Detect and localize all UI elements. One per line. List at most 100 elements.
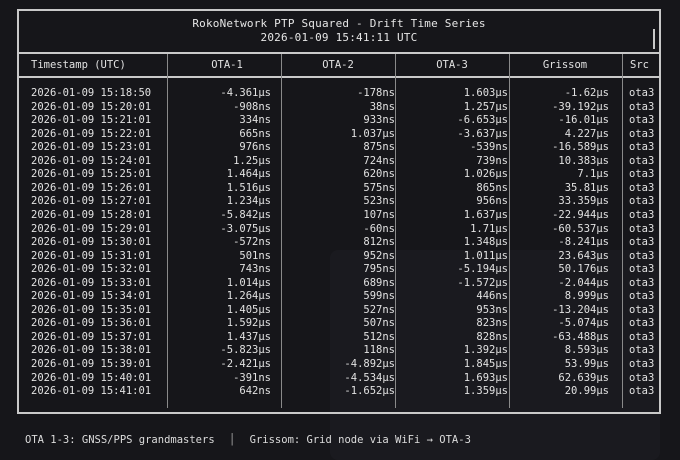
cell-grissom: 62.639µs — [558, 371, 609, 384]
cell-ota2: 512ns — [363, 330, 395, 343]
cell-ota2: 599ns — [363, 290, 395, 303]
cell-timestamp: 2026-01-09 15:31:01 — [31, 249, 152, 262]
cell-ota2: 107ns — [363, 208, 395, 221]
cell-grissom: -5.074µs — [558, 317, 609, 330]
cell-ota3: 1.693µs — [463, 371, 508, 384]
cell-ota3: -6.653µs — [457, 114, 508, 127]
cell-timestamp: 2026-01-09 15:18:50 — [31, 87, 152, 99]
cell-grissom: -60.537µs — [552, 222, 609, 235]
table-row: 2026-01-09 15:28:01 -5.842µs 107ns 1.637µs -… — [19, 209, 659, 222]
cell-ota2: -4.534µs — [344, 371, 395, 384]
table-row: 2026-01-09 15:18:50 -4.361µs -178ns 1.603µs… — [19, 87, 659, 100]
cell-timestamp: 2026-01-09 15:36:01 — [31, 317, 152, 330]
cell-src: ota3 — [629, 100, 655, 113]
cell-ota1: 1.25µs — [233, 154, 271, 167]
cell-ota3: 1.71µs — [470, 222, 508, 235]
cell-timestamp: 2026-01-09 15:34:01 — [31, 290, 152, 303]
table-row: 2026-01-09 15:38:01 -5.823µs 118ns 1.392µs 8… — [19, 344, 659, 357]
cell-grissom: 10.383µs — [558, 154, 609, 167]
cell-grissom: -22.944µs — [552, 208, 609, 221]
cell-grissom: -8.241µs — [558, 236, 609, 249]
cell-ota2: 1.037µs — [350, 127, 395, 140]
cell-timestamp: 2026-01-09 15:33:01 — [31, 276, 152, 289]
cell-src: ota3 — [629, 127, 655, 140]
column-header-ota3: OTA-3 — [436, 59, 468, 71]
cell-timestamp: 2026-01-09 15:40:01 — [31, 371, 152, 384]
table-row: 2026-01-09 15:32:01 743ns 795ns -5.194µs 50.… — [19, 263, 659, 276]
cell-ota3: 956ns — [476, 195, 508, 208]
cell-ota1: -3.075µs — [220, 222, 271, 235]
cell-timestamp: 2026-01-09 15:21:01 — [31, 114, 152, 127]
cell-src: ota3 — [629, 317, 655, 330]
cell-ota2: 875ns — [363, 141, 395, 154]
cell-timestamp: 2026-01-09 15:41:01 — [31, 385, 152, 398]
footer-grissom-note: Grissom: Grid node via WiFi → OTA-3 — [249, 434, 471, 446]
cell-ota3: 1.637µs — [463, 208, 508, 221]
cell-timestamp: 2026-01-09 15:25:01 — [31, 168, 152, 181]
cell-ota3: 1.603µs — [463, 87, 508, 99]
cell-grissom: -16.01µs — [558, 114, 609, 127]
cell-grissom: -2.044µs — [558, 276, 609, 289]
cell-ota3: -1.572µs — [457, 276, 508, 289]
cell-ota2: 952ns — [363, 249, 395, 262]
cell-grissom: -39.192µs — [552, 100, 609, 113]
cell-ota1: 1.405µs — [226, 303, 271, 316]
cell-src: ota3 — [629, 344, 655, 357]
cell-ota2: -1.652µs — [344, 385, 395, 398]
cell-ota1: -5.842µs — [220, 208, 271, 221]
cell-timestamp: 2026-01-09 15:28:01 — [31, 208, 152, 221]
cell-grissom: -63.488µs — [552, 330, 609, 343]
table-row: 2026-01-09 15:20:01 -908ns 38ns 1.257µs -39.… — [19, 101, 659, 114]
cell-grissom: 4.227µs — [564, 127, 609, 140]
cell-grissom: 50.176µs — [558, 263, 609, 276]
cell-ota1: 1.234µs — [226, 195, 271, 208]
cell-ota3: 1.026µs — [463, 168, 508, 181]
table-header: Timestamp (UTC) OTA-1 OTA-2 OTA-3 Grisso… — [19, 54, 659, 78]
cell-ota1: 1.437µs — [226, 330, 271, 343]
cell-ota1: -908ns — [233, 100, 271, 113]
cell-src: ota3 — [629, 330, 655, 343]
cell-ota3: 1.392µs — [463, 344, 508, 357]
cell-ota3: -5.194µs — [457, 263, 508, 276]
table-row: 2026-01-09 15:40:01 -391ns -4.534µs 1.693µs… — [19, 372, 659, 385]
cell-timestamp: 2026-01-09 15:29:01 — [31, 222, 152, 235]
cell-ota2: -178ns — [357, 87, 395, 99]
cell-timestamp: 2026-01-09 15:24:01 — [31, 154, 152, 167]
table-row: 2026-01-09 15:26:01 1.516µs 575ns 865ns 35.8… — [19, 182, 659, 195]
table-row: 2026-01-09 15:27:01 1.234µs 523ns 956ns 33.3… — [19, 195, 659, 208]
cell-grissom: -13.204µs — [552, 303, 609, 316]
cell-ota3: 739ns — [476, 154, 508, 167]
cell-ota3: -539ns — [470, 141, 508, 154]
table-row: 2026-01-09 15:36:01 1.592µs 507ns 823ns -5.0… — [19, 317, 659, 330]
column-header-grissom: Grissom — [542, 59, 588, 71]
cell-src: ota3 — [629, 208, 655, 221]
cell-ota3: 446ns — [476, 290, 508, 303]
cell-timestamp: 2026-01-09 15:32:01 — [31, 263, 152, 276]
cell-ota2: -60ns — [363, 222, 395, 235]
cell-ota3: 953ns — [476, 303, 508, 316]
cell-ota2: 620ns — [363, 168, 395, 181]
cell-timestamp: 2026-01-09 15:26:01 — [31, 181, 152, 194]
cell-ota1: -391ns — [233, 371, 271, 384]
cell-src: ota3 — [629, 154, 655, 167]
cell-ota2: 527ns — [363, 303, 395, 316]
column-header-src: Src — [630, 59, 649, 71]
cell-src: ota3 — [629, 181, 655, 194]
cell-ota3: 1.011µs — [463, 249, 508, 262]
cell-ota2: -4.892µs — [344, 358, 395, 370]
cell-src: ota3 — [629, 141, 655, 154]
cell-src: ota3 — [629, 222, 655, 235]
cell-grissom: 23.643µs — [558, 249, 609, 262]
table-row: 2026-01-09 15:33:01 1.014µs 689ns -1.572µs -… — [19, 277, 659, 290]
cell-ota1: 743ns — [239, 263, 271, 276]
cell-src: ota3 — [629, 168, 655, 181]
cell-grissom: -1.62µs — [564, 87, 609, 99]
column-header-ota1: OTA-1 — [211, 59, 243, 71]
table-row: 2026-01-09 15:23:01 976ns 875ns -539ns -16.5… — [19, 141, 659, 154]
table-row: 2026-01-09 15:22:01 665ns 1.037µs -3.637µs 4… — [19, 128, 659, 141]
cell-src: ota3 — [629, 195, 655, 208]
table-row: 2026-01-09 15:29:01 -3.075µs -60ns 1.71µs -6… — [19, 223, 659, 236]
cell-grissom: 53.99µs — [564, 358, 609, 370]
cell-ota2: 724ns — [363, 154, 395, 167]
cell-ota3: 1.257µs — [463, 100, 508, 113]
